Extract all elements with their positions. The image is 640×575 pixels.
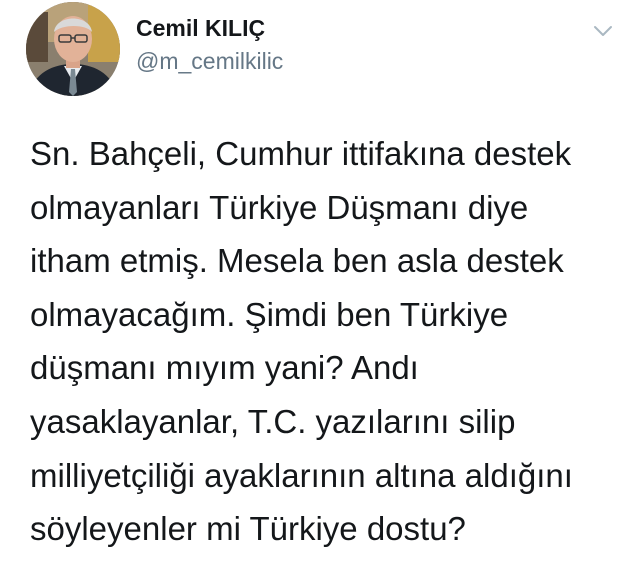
tweet-text: Sn. Bahçeli, Cumhur ittifakına destek ol… <box>30 127 630 556</box>
author-display-name[interactable]: Cemil KILIÇ <box>136 15 265 42</box>
author-avatar[interactable] <box>26 2 120 96</box>
profile-photo-icon <box>26 2 120 96</box>
tweet-text-line: itham etmiş. Mesela ben asla destek <box>30 242 564 280</box>
author-handle[interactable]: @m_cemilkilic <box>136 48 283 75</box>
tweet-text-line: milliyetçiliği ayaklarının altına aldığı… <box>30 456 573 494</box>
tweet-text-line: düşmanı mıyım yani? Andı <box>30 349 419 387</box>
tweet-text-line: olmayanları Türkiye Düşmanı diye <box>30 188 529 226</box>
tweet-card: Cemil KILIÇ @m_cemilkilic Sn. Bahçeli, C… <box>0 0 640 575</box>
tweet-text-line: Sn. Bahçeli, Cumhur ittifakına destek <box>30 135 572 172</box>
chevron-down-icon <box>594 26 612 36</box>
tweet-text-line: söyleyenler mi Türkiye dostu? <box>30 510 466 548</box>
tweet-text-line: yasaklayanlar, T.C. yazılarını silip <box>30 402 516 440</box>
tweet-text-line: olmayacağım. Şimdi ben Türkiye <box>30 295 509 333</box>
tweet-menu-button[interactable] <box>590 22 616 40</box>
